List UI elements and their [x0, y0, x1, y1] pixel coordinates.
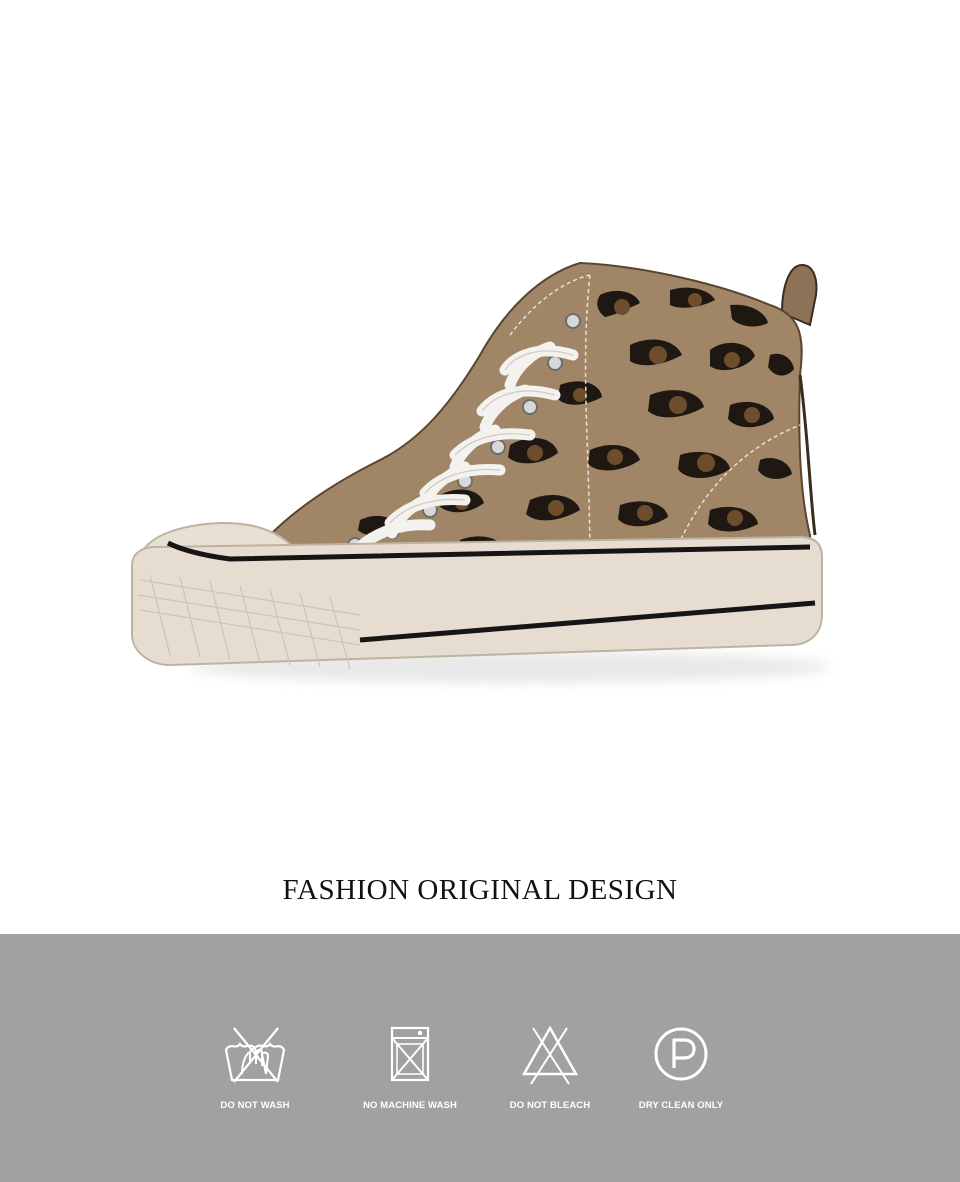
- care-item-no-machine-wash: NO MACHINE WASH: [330, 1022, 490, 1111]
- leopard-sneaker-illustration: [131, 261, 830, 683]
- do-not-wash-icon: [224, 1027, 286, 1083]
- care-item-do-not-wash: DO NOT WASH: [175, 1022, 335, 1111]
- care-label-do-not-wash: DO NOT WASH: [220, 1100, 290, 1111]
- product-image: [110, 235, 850, 715]
- no-machine-wash-icon: [390, 1026, 430, 1082]
- do-not-bleach-icon: [521, 1025, 579, 1085]
- care-instructions-band: DO NOT WASH NO MACHINE WASH DO NOT BLEAC…: [0, 934, 960, 1182]
- care-item-dry-clean-only: DRY CLEAN ONLY: [601, 1022, 761, 1111]
- care-label-no-machine-wash: NO MACHINE WASH: [363, 1100, 457, 1111]
- page-headline: FASHION ORIGINAL DESIGN: [282, 874, 678, 906]
- care-label-dry-clean-only: DRY CLEAN ONLY: [638, 1100, 724, 1111]
- product-hero: FASHION ORIGINAL DESIGN: [0, 0, 960, 934]
- dry-clean-only-icon: [654, 1027, 708, 1081]
